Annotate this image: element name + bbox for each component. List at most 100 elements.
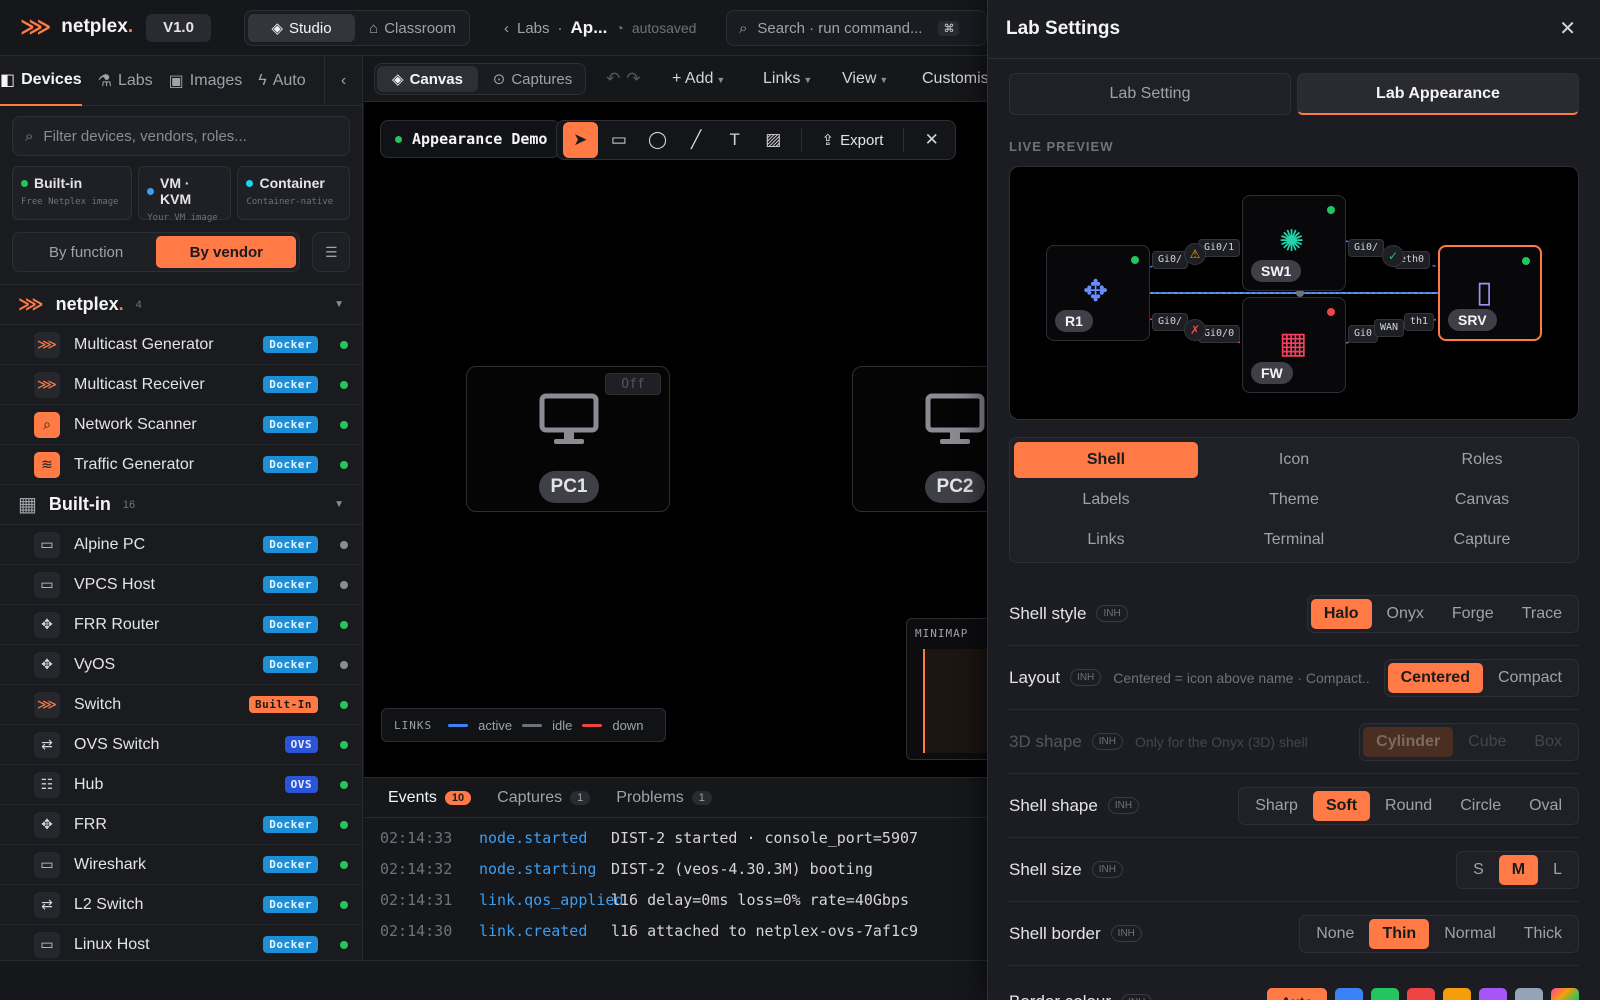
- tab-captures[interactable]: ⊙ Captures: [482, 66, 583, 92]
- device-item-alpine-pc[interactable]: ▭ Alpine PC Docker: [0, 525, 362, 565]
- tab-lab-setting[interactable]: Lab Setting: [1009, 73, 1291, 115]
- add-menu[interactable]: + Add ▼: [672, 70, 725, 88]
- option-trace[interactable]: Trace: [1509, 599, 1575, 629]
- option-circle[interactable]: Circle: [1447, 791, 1514, 821]
- device-item-multicast-generator[interactable]: ⋙ Multicast Generator Docker: [0, 325, 362, 365]
- tab-canvas[interactable]: ◈ Canvas: [377, 66, 478, 92]
- tab-events[interactable]: Events 10: [388, 778, 472, 818]
- breadcrumb-labs[interactable]: Labs: [517, 20, 550, 37]
- tab-labs[interactable]: ⚗ Labs: [98, 56, 153, 106]
- category-canvas[interactable]: Canvas: [1390, 482, 1574, 518]
- tab-devices[interactable]: ◧ Devices: [0, 56, 82, 106]
- swatch-4[interactable]: [1443, 988, 1471, 1000]
- option-sharp[interactable]: Sharp: [1242, 791, 1311, 821]
- breadcrumb-current[interactable]: Ap...: [571, 18, 608, 38]
- swatch-5[interactable]: [1479, 988, 1507, 1000]
- option-soft[interactable]: Soft: [1312, 790, 1371, 821]
- swatch-7[interactable]: [1551, 988, 1579, 1000]
- inherit-badge[interactable]: INH: [1107, 797, 1140, 814]
- group-builtin[interactable]: ▦ Built-in 16 ▼: [0, 485, 362, 525]
- tab-lab-appearance[interactable]: Lab Appearance: [1297, 73, 1579, 115]
- category-labels[interactable]: Labels: [1014, 482, 1198, 518]
- option-onyx[interactable]: Onyx: [1374, 599, 1437, 629]
- category-theme[interactable]: Theme: [1202, 482, 1386, 518]
- mode-classroom[interactable]: ⌂ Classroom: [359, 14, 466, 42]
- device-item-traffic-generator[interactable]: ≋ Traffic Generator Docker: [0, 445, 362, 485]
- source-vm-kvm[interactable]: VM · KVM Your VM image: [138, 166, 232, 223]
- links-menu[interactable]: Links ▼: [763, 70, 812, 88]
- group-by-vendor[interactable]: By vendor: [156, 236, 297, 268]
- collapse-sidebar-button[interactable]: ‹: [324, 56, 362, 106]
- rectangle-tool[interactable]: ▭: [602, 122, 637, 158]
- event-row[interactable]: 02:14:30 link.created l16 attached to netp…: [364, 915, 987, 946]
- device-item-vyos[interactable]: ✥ VyOS Docker: [0, 645, 362, 685]
- device-filter-input[interactable]: ⌕ Filter devices, vendors, roles...: [12, 116, 350, 156]
- category-capture[interactable]: Capture: [1390, 522, 1574, 558]
- inherit-badge[interactable]: INH: [1070, 669, 1102, 686]
- category-terminal[interactable]: Terminal: [1202, 522, 1386, 558]
- swatch-2[interactable]: [1371, 988, 1399, 1000]
- tab-event-captures[interactable]: Captures 1: [497, 778, 591, 818]
- inherit-badge[interactable]: INH: [1110, 925, 1142, 942]
- version-badge[interactable]: V1.0: [146, 14, 211, 42]
- swatch-1[interactable]: [1335, 988, 1363, 1000]
- group-netplex[interactable]: ⋙ netplex. 4 ▼: [0, 285, 362, 325]
- source-builtin[interactable]: Built-in Free Netplex image: [12, 166, 133, 220]
- chevron-left-icon[interactable]: ‹: [504, 20, 509, 37]
- device-item-switch[interactable]: ⋙ Switch Built-In: [0, 685, 362, 725]
- swatch-auto[interactable]: Auto: [1267, 988, 1327, 1000]
- inherit-badge[interactable]: INH: [1121, 993, 1153, 1000]
- view-menu[interactable]: View ▼: [842, 70, 888, 88]
- logo[interactable]: ⋙ netplex.: [20, 14, 133, 40]
- category-links[interactable]: Links: [1014, 522, 1198, 558]
- redo-icon[interactable]: ↷: [626, 69, 646, 88]
- close-panel-button[interactable]: ✕: [1559, 16, 1576, 41]
- tab-auto[interactable]: ϟ Auto: [258, 56, 305, 106]
- device-item-ovs-switch[interactable]: ⇄ OVS Switch OVS: [0, 725, 362, 765]
- option-oval[interactable]: Oval: [1516, 791, 1575, 821]
- tab-images[interactable]: ▣ Images: [169, 56, 243, 106]
- category-icon[interactable]: Icon: [1202, 442, 1386, 478]
- device-item-vpcs-host[interactable]: ▭ VPCS Host Docker: [0, 565, 362, 605]
- node-pc2[interactable]: PC2: [852, 366, 987, 512]
- mode-studio[interactable]: ◈ Studio: [248, 14, 355, 42]
- option-l[interactable]: L: [1540, 855, 1575, 885]
- text-tool[interactable]: T: [717, 122, 752, 158]
- option-none[interactable]: None: [1303, 919, 1367, 949]
- option-s[interactable]: S: [1460, 855, 1497, 885]
- swatch-6[interactable]: [1515, 988, 1543, 1000]
- inherit-badge[interactable]: INH: [1091, 733, 1124, 750]
- category-roles[interactable]: Roles: [1390, 442, 1574, 478]
- source-container[interactable]: Container Container-native: [237, 166, 350, 220]
- image-tool[interactable]: ▨: [756, 122, 791, 158]
- option-centered[interactable]: Centered: [1387, 662, 1483, 693]
- device-item-frr[interactable]: ✥ FRR Docker: [0, 805, 362, 845]
- option-forge[interactable]: Forge: [1439, 599, 1507, 629]
- pointer-tool[interactable]: ➤: [563, 122, 598, 158]
- event-row[interactable]: 02:14:33 node.started DIST-2 started · con…: [364, 822, 987, 853]
- event-row[interactable]: 02:14:32 node.starting DIST-2 (veos-4.30.3…: [364, 853, 987, 884]
- topology-canvas[interactable]: Appearance Demo ➤ ▭ ◯ ╱ T ▨ ⇪ Export ✕ O…: [364, 102, 987, 777]
- node-pc1[interactable]: Off PC1: [466, 366, 670, 512]
- device-item-hub[interactable]: ☷ Hub OVS: [0, 765, 362, 805]
- customise-menu[interactable]: Customis: [922, 70, 989, 88]
- device-item-l2-switch[interactable]: ⇄ L2 Switch Docker: [0, 885, 362, 925]
- device-item-linux-host[interactable]: ▭ Linux Host Docker: [0, 925, 362, 960]
- group-by-function[interactable]: By function: [16, 236, 156, 268]
- list-view-button[interactable]: ☰: [312, 232, 350, 272]
- option-m[interactable]: M: [1498, 854, 1539, 885]
- command-search[interactable]: ⌕ Search · run command... ⌘: [726, 10, 987, 46]
- swatch-3[interactable]: [1407, 988, 1435, 1000]
- inherit-badge[interactable]: INH: [1091, 861, 1123, 878]
- minimap-viewport[interactable]: [923, 649, 987, 753]
- option-thin[interactable]: Thin: [1369, 918, 1430, 949]
- option-compact[interactable]: Compact: [1485, 663, 1575, 693]
- device-item-wireshark[interactable]: ▭ Wireshark Docker: [0, 845, 362, 885]
- inherit-badge[interactable]: INH: [1096, 605, 1128, 622]
- close-toolbar-button[interactable]: ✕: [914, 122, 949, 158]
- export-button[interactable]: ⇪ Export: [812, 131, 894, 150]
- ellipse-tool[interactable]: ◯: [640, 122, 675, 158]
- undo-icon[interactable]: ↶: [606, 69, 626, 88]
- option-thick[interactable]: Thick: [1511, 919, 1575, 949]
- device-item-multicast-receiver[interactable]: ⋙ Multicast Receiver Docker: [0, 365, 362, 405]
